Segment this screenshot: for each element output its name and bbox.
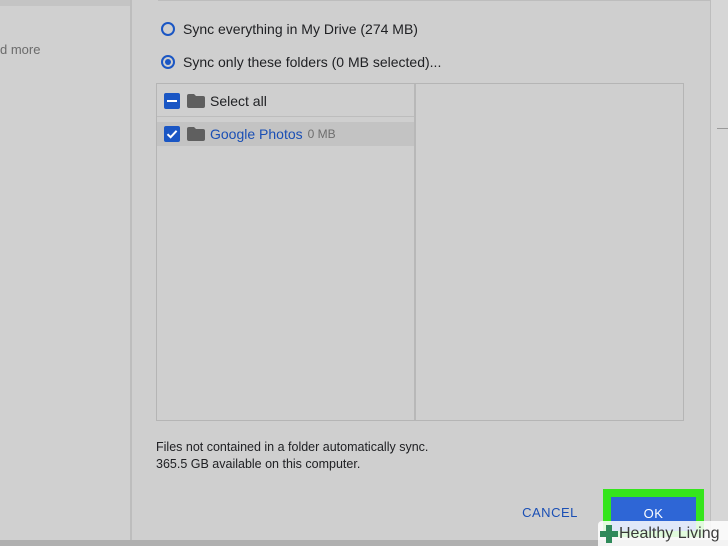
select-all-checkbox[interactable] xyxy=(164,93,180,109)
left-panel-truncated-text[interactable]: d more xyxy=(0,42,40,57)
checkmark-icon xyxy=(166,130,178,139)
plus-logo-icon xyxy=(600,524,618,543)
info-unfoldered-files: Files not contained in a folder automati… xyxy=(156,440,429,454)
folder-icon xyxy=(187,94,205,108)
folder-name[interactable]: Google Photos xyxy=(210,126,303,142)
sync-only-folders-option[interactable]: Sync only these folders (0 MB selected).… xyxy=(161,54,441,70)
select-all-row[interactable]: Select all xyxy=(157,86,414,117)
background-window-edge xyxy=(710,0,728,546)
folder-tree-pane: Select all Google Photos 0 MB xyxy=(157,84,416,420)
sync-settings-dialog: Sync everything in My Drive (274 MB) Syn… xyxy=(132,0,710,546)
info-available-space: 365.5 GB available on this computer. xyxy=(156,457,361,471)
subfolder-pane xyxy=(416,84,683,420)
folder-icon xyxy=(187,127,205,141)
left-panel-top-strip xyxy=(0,0,130,6)
dialog-top-divider xyxy=(158,0,710,1)
left-panel: d more xyxy=(0,0,132,546)
folder-checkbox-checked[interactable] xyxy=(164,126,180,142)
sync-everything-label: Sync everything in My Drive (274 MB) xyxy=(183,21,418,37)
sync-only-folders-radio[interactable] xyxy=(161,55,175,69)
watermark-text: Healthy Living xyxy=(619,524,720,542)
cancel-button[interactable]: CANCEL xyxy=(522,503,578,523)
folder-selection-box: Select all Google Photos 0 MB xyxy=(156,83,684,421)
folder-row[interactable]: Google Photos 0 MB xyxy=(157,122,414,146)
background-window-line xyxy=(717,128,728,129)
sync-everything-radio[interactable] xyxy=(161,22,175,36)
folder-size: 0 MB xyxy=(307,127,336,141)
select-all-label: Select all xyxy=(210,93,267,109)
sync-only-folders-label: Sync only these folders (0 MB selected).… xyxy=(183,54,442,70)
watermark: Healthy Living xyxy=(598,521,728,546)
sync-everything-option[interactable]: Sync everything in My Drive (274 MB) xyxy=(161,21,418,37)
